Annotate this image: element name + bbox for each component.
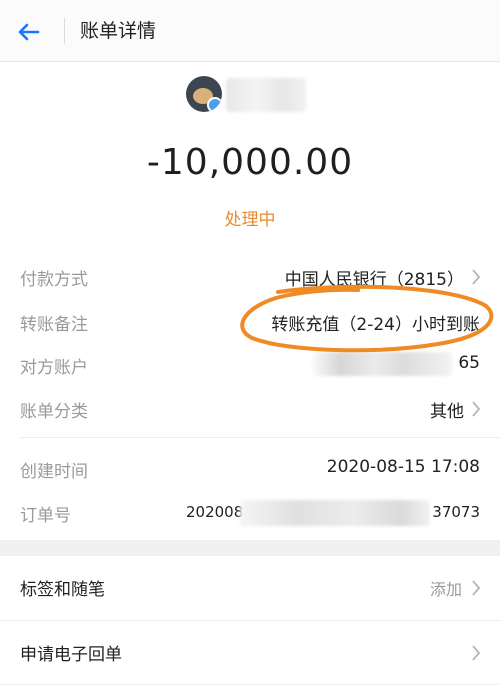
transfer-note-label: 转账备注 <box>20 315 88 335</box>
counterparty-account-row: 对方账户 65 <box>0 350 500 380</box>
payment-method-label: 付款方式 <box>20 270 88 290</box>
order-number-start: 202008 <box>186 503 244 521</box>
created-time-row: 创建时间 2020-08-15 17:08 <box>0 454 500 484</box>
bill-category-value: 其他 <box>430 402 464 422</box>
order-number-row: 订单号 202008 37073 <box>0 498 500 528</box>
created-time-label: 创建时间 <box>20 462 88 482</box>
add-hint: 添加 <box>429 580 462 599</box>
amount: -10,000.00 <box>146 142 354 183</box>
tags-notes-label: 标签和随笔 <box>20 580 105 600</box>
verified-badge-icon <box>207 97 222 112</box>
section-divider <box>20 437 500 438</box>
e-receipt-row[interactable]: 申请电子回单 <box>0 620 500 684</box>
page-title: 账单详情 <box>80 20 157 42</box>
top-bar: 账单详情 <box>0 0 500 62</box>
header-divider <box>64 18 65 44</box>
e-receipt-label: 申请电子回单 <box>20 645 122 665</box>
created-time-value: 2020-08-15 17:08 <box>326 457 480 477</box>
bill-detail-card: -10,000.00 处理中 付款方式 中国人民银行（2815） 转账备注 转账… <box>0 62 500 540</box>
hand-drawn-circle-annotation <box>240 284 494 353</box>
order-number-label: 订单号 <box>20 506 71 526</box>
bill-category-label: 账单分类 <box>20 402 88 422</box>
payee-name-redacted <box>226 78 306 112</box>
status-text: 处理中 <box>224 210 276 230</box>
order-number-end: 37073 <box>432 503 480 521</box>
counterparty-account-value: 65 <box>458 353 480 373</box>
chevron-right-icon <box>472 401 481 417</box>
account-number-redacted <box>312 352 452 376</box>
chevron-right-icon <box>472 645 481 661</box>
back-arrow-icon[interactable] <box>12 16 44 48</box>
user-avatar <box>186 76 222 112</box>
counterparty-account-label: 对方账户 <box>20 358 88 378</box>
bill-category-row[interactable]: 账单分类 其他 <box>0 394 500 424</box>
chevron-right-icon <box>472 580 481 596</box>
tags-notes-row[interactable]: 标签和随笔 添加 <box>0 556 500 620</box>
actions-section: 标签和随笔 添加 申请电子回单 <box>0 556 500 684</box>
order-number-redacted <box>240 500 430 526</box>
